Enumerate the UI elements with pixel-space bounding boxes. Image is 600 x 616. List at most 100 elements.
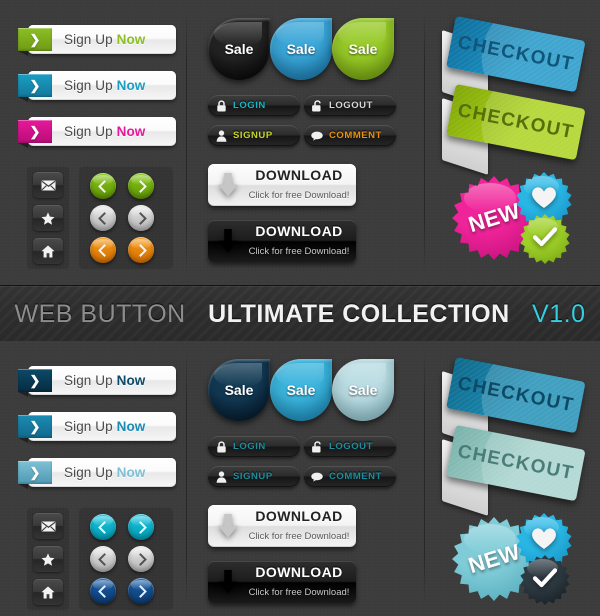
icon-tile-home[interactable]	[33, 579, 63, 605]
download-title: DOWNLOAD	[255, 564, 343, 580]
check-icon	[532, 226, 558, 252]
arrow-button-right[interactable]	[128, 173, 154, 199]
download-title: DOWNLOAD	[255, 508, 343, 524]
sale-label: Sale	[224, 382, 254, 398]
pill-label: LOGIN	[233, 100, 266, 111]
signup-button[interactable]: ❯ Sign Up Now	[18, 117, 176, 146]
sale-button[interactable]: Sale	[270, 18, 332, 80]
icon-tile-home[interactable]	[33, 238, 63, 264]
signup-label-accent: Now	[116, 78, 146, 93]
signup-label: Sign Up Now	[64, 32, 145, 47]
signup-button[interactable]: ❯ Sign Up Now	[18, 25, 176, 54]
download-subtitle: Click for free Download!	[248, 531, 350, 542]
sale-button[interactable]: Sale	[208, 18, 270, 80]
download-button[interactable]: DOWNLOAD Click for free Download!	[208, 561, 356, 603]
arrow-button-left[interactable]	[90, 578, 116, 604]
arrow-button-right[interactable]	[128, 205, 154, 231]
banner-version: V1.0	[532, 299, 586, 328]
sale-label: Sale	[286, 382, 316, 398]
signup-button[interactable]: ❯ Sign Up Now	[18, 412, 176, 441]
download-subtitle: Click for free Download!	[248, 587, 350, 598]
arrow-button-left[interactable]	[90, 237, 116, 263]
home-icon	[41, 586, 55, 599]
signup-arrow-tag: ❯	[18, 74, 52, 97]
pill-button-comment[interactable]: COMMENT	[304, 466, 396, 487]
sale-button[interactable]: Sale	[332, 359, 394, 421]
icon-tile-mail[interactable]	[33, 172, 63, 198]
pill-label: LOGOUT	[329, 100, 373, 111]
download-arrow-icon	[208, 228, 248, 254]
signup-label-normal: Sign Up	[64, 465, 117, 480]
signup-arrow-tag: ❯	[18, 28, 52, 51]
lock-open-icon	[311, 99, 323, 112]
collection-title-banner: WEB BUTTON ULTIMATE COLLECTION V1.0	[0, 285, 600, 343]
pill-button-comment[interactable]: COMMENT	[304, 125, 396, 146]
download-button[interactable]: DOWNLOAD Click for free Download!	[208, 505, 356, 547]
signup-label-normal: Sign Up	[64, 373, 117, 388]
lock-closed-icon	[215, 99, 227, 112]
icon-tile-mail[interactable]	[33, 513, 63, 539]
signup-button[interactable]: ❯ Sign Up Now	[18, 71, 176, 100]
arrow-button-right[interactable]	[128, 514, 154, 540]
pill-button-logout[interactable]: LOGOUT	[304, 436, 396, 457]
arrow-button-left[interactable]	[90, 514, 116, 540]
pill-label: LOGIN	[233, 441, 266, 452]
signup-label-normal: Sign Up	[64, 78, 117, 93]
heart-icon	[531, 186, 557, 214]
pill-label: SIGNUP	[233, 471, 273, 482]
signup-label: Sign Up Now	[64, 373, 145, 388]
signup-arrow-tag: ❯	[18, 120, 52, 143]
panel-divider-left	[186, 351, 187, 606]
download-title: DOWNLOAD	[255, 223, 343, 239]
pill-button-login[interactable]: LOGIN	[208, 95, 300, 116]
icon-tile-star[interactable]	[33, 546, 63, 572]
user-icon	[215, 470, 227, 483]
sale-button[interactable]: Sale	[332, 18, 394, 80]
arrow-button-left[interactable]	[90, 546, 116, 572]
sale-label: Sale	[224, 41, 254, 57]
pill-button-signup[interactable]: SIGNUP	[208, 466, 300, 487]
download-arrow-icon	[208, 569, 248, 595]
download-button[interactable]: DOWNLOAD Click for free Download!	[208, 220, 356, 262]
signup-label-normal: Sign Up	[64, 124, 117, 139]
signup-label-normal: Sign Up	[64, 32, 117, 47]
pill-button-signup[interactable]: SIGNUP	[208, 125, 300, 146]
signup-arrow-tag: ❯	[18, 415, 52, 438]
signup-label-accent: Now	[116, 32, 146, 47]
icon-tile-star[interactable]	[33, 205, 63, 231]
download-subtitle: Click for free Download!	[248, 190, 350, 201]
arrow-button-left[interactable]	[90, 173, 116, 199]
pill-label: COMMENT	[329, 130, 382, 141]
download-button[interactable]: DOWNLOAD Click for free Download!	[208, 164, 356, 206]
panel-divider-left	[186, 10, 187, 275]
banner-title: WEB BUTTON ULTIMATE COLLECTION V1.0	[15, 300, 586, 329]
pill-button-login[interactable]: LOGIN	[208, 436, 300, 457]
pill-button-logout[interactable]: LOGOUT	[304, 95, 396, 116]
signup-label-normal: Sign Up	[64, 419, 117, 434]
download-arrow-icon	[208, 172, 248, 198]
download-title: DOWNLOAD	[255, 167, 343, 183]
arrow-button-right[interactable]	[128, 546, 154, 572]
home-icon	[41, 245, 55, 258]
mail-icon	[41, 521, 56, 532]
checkout-ribbon[interactable]: CHECKOUT	[442, 425, 592, 517]
arrow-button-right[interactable]	[128, 237, 154, 263]
signup-label: Sign Up Now	[64, 419, 145, 434]
signup-arrow-tag: ❯	[18, 461, 52, 484]
signup-label-accent: Now	[116, 465, 146, 480]
star-icon	[41, 211, 55, 225]
signup-label: Sign Up Now	[64, 465, 145, 480]
banner-title-part2: ULTIMATE COLLECTION	[208, 299, 510, 328]
star-icon	[41, 552, 55, 566]
download-arrow-icon	[208, 513, 248, 539]
checkout-ribbon[interactable]: CHECKOUT	[442, 84, 592, 176]
comment-icon	[311, 131, 323, 141]
sale-button[interactable]: Sale	[270, 359, 332, 421]
heart-icon	[531, 527, 557, 555]
signup-label-accent: Now	[116, 373, 146, 388]
sale-button[interactable]: Sale	[208, 359, 270, 421]
arrow-button-left[interactable]	[90, 205, 116, 231]
arrow-button-right[interactable]	[128, 578, 154, 604]
signup-button[interactable]: ❯ Sign Up Now	[18, 366, 176, 395]
signup-button[interactable]: ❯ Sign Up Now	[18, 458, 176, 487]
